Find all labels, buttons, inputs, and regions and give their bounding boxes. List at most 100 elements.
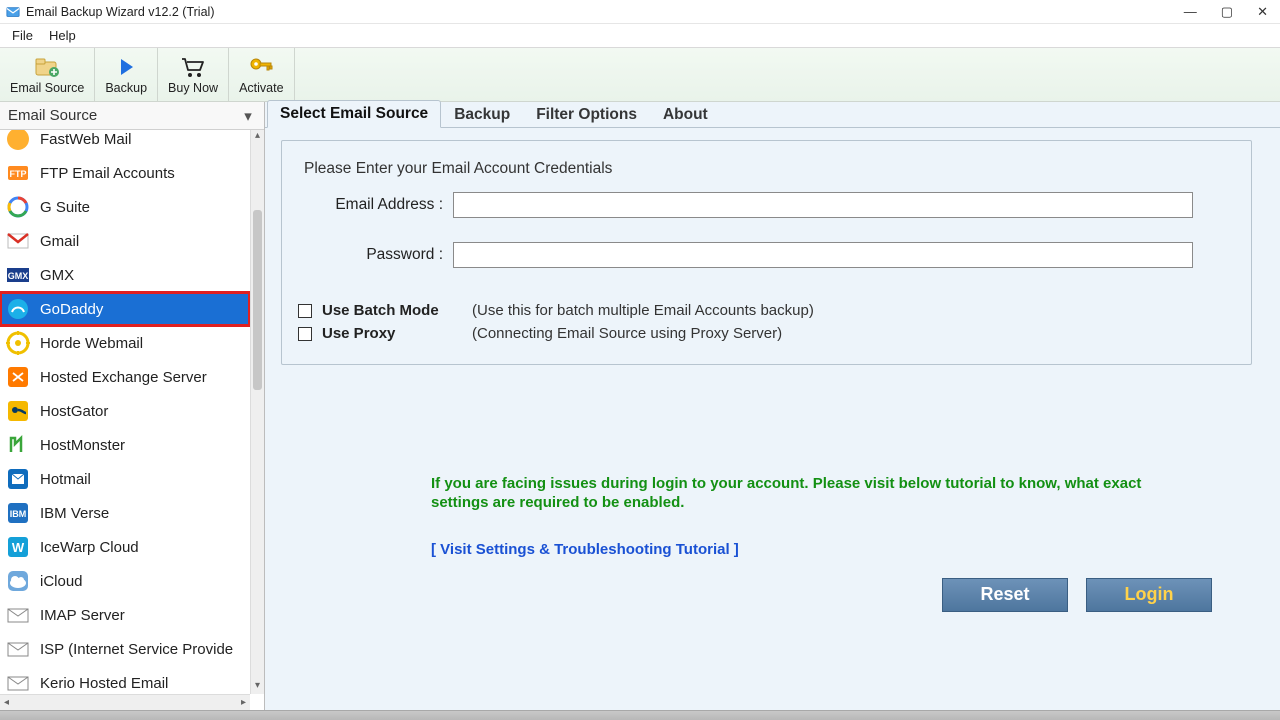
scroll-down-icon[interactable]: ▾ [251,680,264,694]
batch-mode-label: Use Batch Mode [322,302,462,319]
sidebar-item-label: ISP (Internet Service Provide [40,641,233,658]
button-row: Reset Login [281,578,1252,612]
tabstrip: Select Email Source Backup Filter Option… [265,102,1280,128]
sidebar-item-gmail[interactable]: Gmail [0,224,250,258]
svg-text:GMX: GMX [8,271,29,281]
sidebar-item-hostgator[interactable]: HostGator [0,394,250,428]
toolbar-buy-now-label: Buy Now [168,81,218,95]
source-icon: IBM [4,499,32,527]
source-icon [4,465,32,493]
source-icon [4,193,32,221]
sidebar-item-ibm-verse[interactable]: IBMIBM Verse [0,496,250,530]
password-label: Password : [298,246,453,264]
chevron-down-icon[interactable]: ▾ [240,107,256,125]
tutorial-link[interactable]: [ Visit Settings & Troubleshooting Tutor… [431,541,1252,558]
source-icon: W [4,533,32,561]
sidebar-item-hotmail[interactable]: Hotmail [0,462,250,496]
sidebar-item-label: GMX [40,267,74,284]
scroll-up-icon[interactable]: ▴ [251,130,264,144]
sidebar-item-kerio-hosted-email[interactable]: Kerio Hosted Email [0,666,250,694]
sidebar-item-gmx[interactable]: GMX GMX [0,258,250,292]
sidebar-item-godaddy[interactable]: GoDaddy [0,292,250,326]
row-password: Password : [298,242,1229,268]
sidebar-item-label: GoDaddy [40,301,103,318]
sidebar-item-imap-server[interactable]: IMAP Server [0,598,250,632]
toolbar-email-source[interactable]: Email Source [0,48,95,101]
sidebar-item-fastweb-mail[interactable]: FastWeb Mail [0,130,250,156]
key-icon [248,54,274,80]
toolbar-backup-label: Backup [105,81,147,95]
sidebar-item-label: Hotmail [40,471,91,488]
main: Email Source ▾ FastWeb Mail FTP FTP Email … [0,102,1280,710]
sidebar-item-label: G Suite [40,199,90,216]
scrollbar-thumb[interactable] [253,210,262,390]
sidebar-item-icloud[interactable]: iCloud [0,564,250,598]
reset-button[interactable]: Reset [942,578,1068,612]
sidebar-item-isp-internet-service-provide[interactable]: ISP (Internet Service Provide [0,632,250,666]
titlebar: Email Backup Wizard v12.2 (Trial) — ▢ ✕ [0,0,1280,24]
use-proxy-checkbox[interactable] [298,327,312,341]
window-title: Email Backup Wizard v12.2 (Trial) [26,5,1184,19]
sidebar-scrollbar-horizontal[interactable]: ◂ ▸ [0,694,250,710]
sidebar-scrollbar-vertical[interactable]: ▴ ▾ [250,130,264,694]
cart-icon [180,54,206,80]
source-icon [4,130,32,153]
source-icon [4,227,32,255]
source-icon [4,431,32,459]
toolbar: Email Source Backup Buy Now Activate [0,48,1280,102]
sidebar-item-g-suite[interactable]: G Suite [0,190,250,224]
source-icon [4,363,32,391]
close-button[interactable]: ✕ [1257,4,1268,20]
tab-select-email-source[interactable]: Select Email Source [267,100,441,128]
tab-filter-options[interactable]: Filter Options [523,101,650,128]
email-label: Email Address : [298,196,453,214]
password-input[interactable] [453,242,1193,268]
tab-backup[interactable]: Backup [441,101,523,128]
sidebar-item-ftp-email-accounts[interactable]: FTP FTP Email Accounts [0,156,250,190]
sidebar-item-label: Gmail [40,233,79,250]
sidebar-item-hosted-exchange-server[interactable]: Hosted Exchange Server [0,360,250,394]
sidebar-item-hostmonster[interactable]: HostMonster [0,428,250,462]
sidebar-item-label: IceWarp Cloud [40,539,139,556]
sidebar-item-label: IMAP Server [40,607,125,624]
menubar: File Help [0,24,1280,48]
sidebar-item-horde-webmail[interactable]: Horde Webmail [0,326,250,360]
maximize-button[interactable]: ▢ [1221,4,1233,20]
statusbar [0,710,1280,720]
email-input[interactable] [453,192,1193,218]
toolbar-email-source-label: Email Source [10,81,84,95]
sidebar-header-label: Email Source [8,107,97,124]
sidebar-item-icewarp-cloud[interactable]: W IceWarp Cloud [0,530,250,564]
fieldset-legend: Please Enter your Email Account Credenti… [298,160,618,178]
batch-mode-checkbox[interactable] [298,304,312,318]
toolbar-activate[interactable]: Activate [229,48,294,101]
toolbar-buy-now[interactable]: Buy Now [158,48,229,101]
scroll-right-icon[interactable]: ▸ [241,697,246,708]
svg-text:W: W [12,540,25,555]
help-menu[interactable]: Help [49,28,76,43]
file-menu[interactable]: File [12,28,33,43]
app-icon [6,5,20,19]
minimize-button[interactable]: — [1184,4,1197,20]
folder-plus-icon [34,54,60,80]
tab-pane: Please Enter your Email Account Credenti… [265,128,1280,710]
svg-text:FTP: FTP [10,169,27,179]
scroll-left-icon[interactable]: ◂ [4,697,9,708]
sidebar: Email Source ▾ FastWeb Mail FTP FTP Email … [0,102,265,710]
credentials-fieldset: Please Enter your Email Account Credenti… [281,140,1252,365]
source-icon [4,635,32,663]
svg-text:IBM: IBM [10,509,27,519]
source-icon: FTP [4,159,32,187]
help-text: If you are facing issues during login to… [431,475,1171,513]
source-icon [4,567,32,595]
source-icon [4,329,32,357]
login-button[interactable]: Login [1086,578,1212,612]
tab-about[interactable]: About [650,101,721,128]
row-email: Email Address : [298,192,1229,218]
sidebar-item-label: FTP Email Accounts [40,165,175,182]
row-use-proxy: Use Proxy (Connecting Email Source using… [298,325,1229,342]
source-icon [4,295,32,323]
toolbar-backup[interactable]: Backup [95,48,158,101]
sidebar-header[interactable]: Email Source ▾ [0,102,264,130]
sidebar-item-label: Hosted Exchange Server [40,369,207,386]
